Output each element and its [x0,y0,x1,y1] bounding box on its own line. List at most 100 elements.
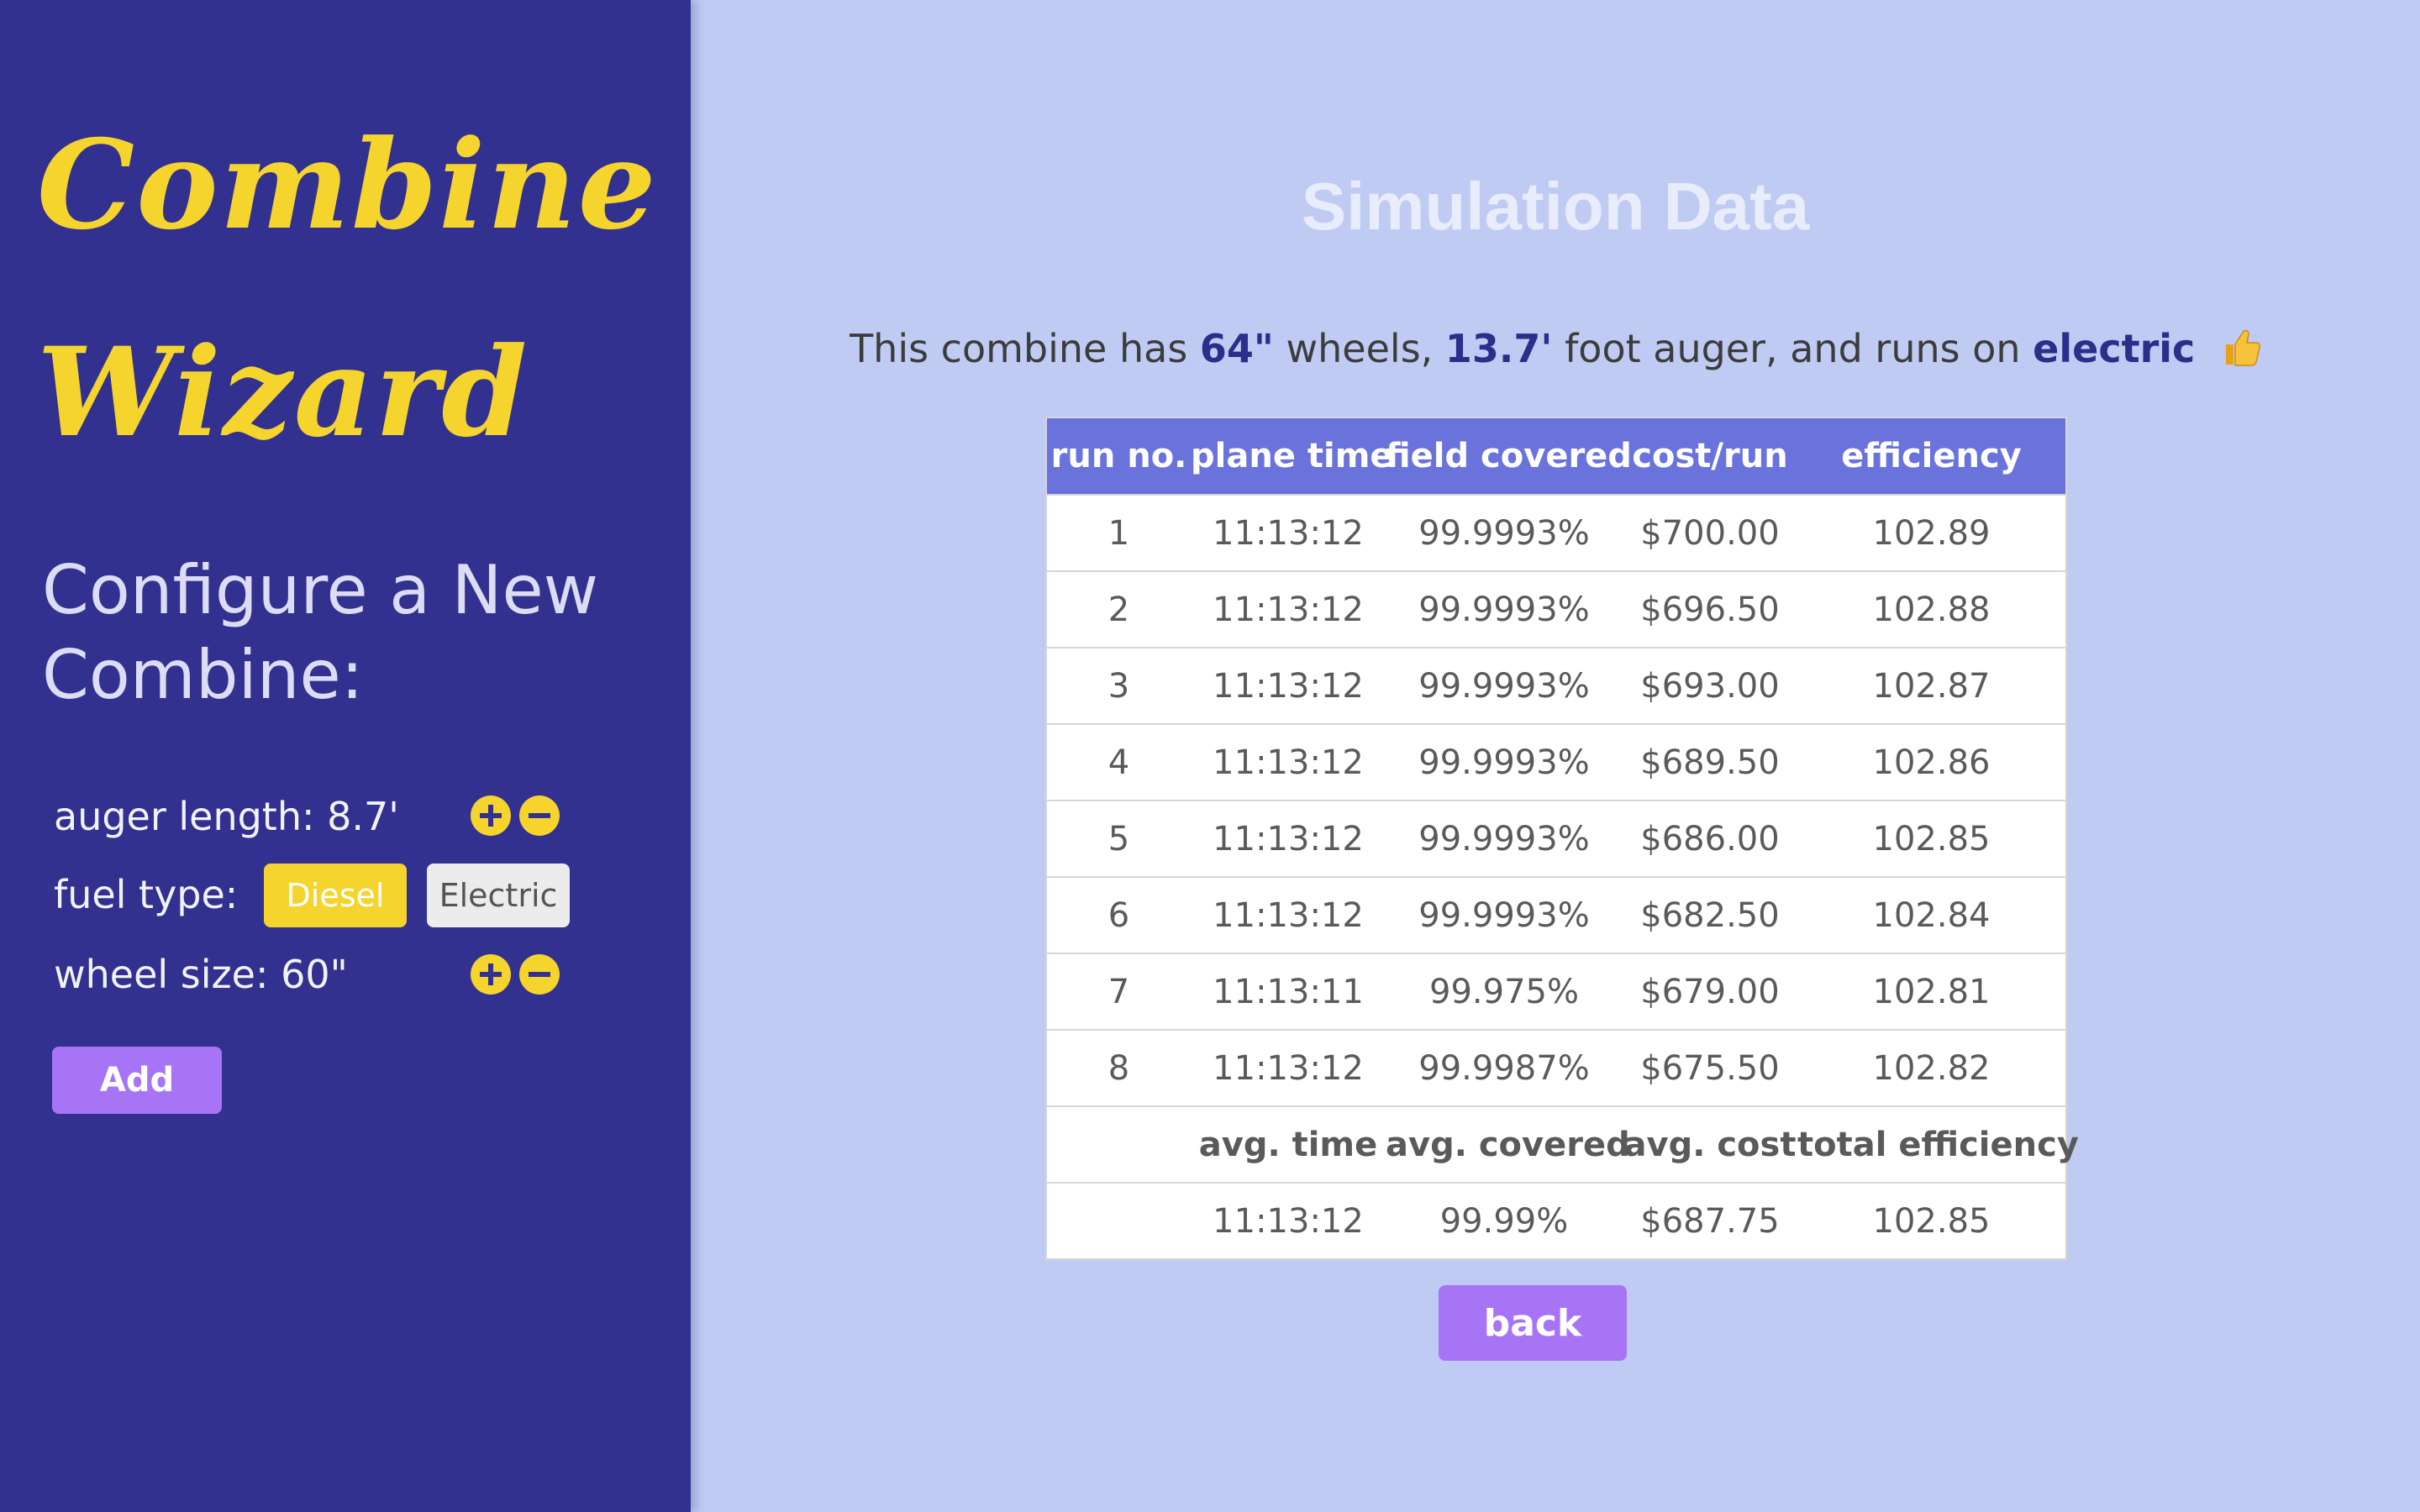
page-title: Simulation Data [1301,169,1810,244]
table-cell: 102.88 [1797,570,2066,648]
table-cell: 99.9993% [1386,494,1623,571]
plus-icon [480,963,502,985]
table-cell: 11:13:12 [1191,1029,1386,1106]
table-row: 4 11:13:12 99.9993% $689.50 102.86 [1046,723,2066,801]
table-cell: 7 [1046,953,1191,1030]
column-header: field covered [1386,417,1632,495]
table-cell: 11:13:12 [1191,876,1386,953]
add-button[interactable]: Add [52,1047,222,1114]
table-cell: $686.00 [1623,800,1797,877]
fuel-type-label: fuel type: [54,872,239,917]
fuel-electric-button[interactable]: Electric [427,864,570,927]
table-cell: 99.975% [1386,953,1623,1030]
table-row: 8 11:13:12 99.9987% $675.50 102.82 [1046,1029,2066,1106]
table-cell: 6 [1046,876,1191,953]
brand-title-line-2: Wizard [37,321,529,465]
minus-icon [529,972,550,977]
summary-auger-value: 13.7' [1444,326,1553,371]
table-cell: 102.84 [1797,876,2066,953]
table-row: 3 11:13:12 99.9993% $693.00 102.87 [1046,647,2066,724]
table-row: 2 11:13:12 99.9993% $696.50 102.88 [1046,570,2066,648]
table-row: 1 11:13:12 99.9993% $700.00 102.89 [1046,494,2066,571]
brand-title-line-1: Combine [37,113,658,257]
table-cell: 99.9993% [1386,723,1623,801]
table-cell: 11:13:12 [1191,800,1386,877]
column-header: cost/run [1623,417,1797,495]
table-cell: 11:13:11 [1191,953,1386,1030]
table-cell: 5 [1046,800,1191,877]
summary-value-cell [1046,1182,1191,1259]
table-cell: $679.00 [1623,953,1797,1030]
table-row: 6 11:13:12 99.9993% $682.50 102.84 [1046,876,2066,953]
wheel-size-label: wheel size: 60" [54,952,348,997]
combine-summary: This combine has 64" wheels, 13.7' foot … [691,326,2420,377]
table-cell: $693.00 [1623,647,1797,724]
auger-length-label: auger length: 8.7' [54,794,399,839]
table-cell: 99.9993% [1386,647,1623,724]
table-cell: 4 [1046,723,1191,801]
table-cell: 102.82 [1797,1029,2066,1106]
table-cell: $689.50 [1623,723,1797,801]
table-row: 5 11:13:12 99.9993% $686.00 102.85 [1046,800,2066,877]
summary-header-cell: avg. covered [1386,1105,1630,1183]
summary-value-cell: 102.85 [1797,1182,2066,1259]
table-cell: 99.9993% [1386,876,1623,953]
table-cell: 11:13:12 [1191,570,1386,648]
table-cell: 102.87 [1797,647,2066,724]
back-button[interactable]: back [1439,1285,1627,1361]
auger-decrease-button[interactable] [519,795,560,836]
configure-heading: Configure a New Combine: [42,551,599,714]
auger-length-row: auger length: 8.7' [54,786,399,847]
auger-length-stepper [471,795,560,836]
table-row: 7 11:13:11 99.975% $679.00 102.81 [1046,953,2066,1030]
table-cell: 99.9993% [1386,800,1623,877]
summary-prefix: This combine has [850,326,1188,371]
sidebar: Combine Wizard Configure a New Combine: … [0,0,691,1512]
table-cell: $675.50 [1623,1029,1797,1106]
table-cell: 11:13:12 [1191,647,1386,724]
table-cell: $682.50 [1623,876,1797,953]
table-cell: 3 [1046,647,1191,724]
summary-header-cell: avg. time [1191,1105,1386,1183]
simulation-table-wrapper: run no. plane time field covered cost/ru… [1045,417,2079,1260]
summary-auger-word: foot auger, and runs on [1565,326,2021,371]
table-cell: 102.86 [1797,723,2066,801]
table-cell: 102.81 [1797,953,2066,1030]
summary-header-row: avg. time avg. covered avg. cost total e… [1046,1105,2079,1183]
summary-header-cell: total efficiency [1797,1105,2079,1183]
fuel-diesel-button[interactable]: Diesel [264,864,407,927]
app-page: Combine Wizard Configure a New Combine: … [0,0,2420,1512]
column-header: run no. [1046,417,1191,495]
wheel-size-row: wheel size: 60" [54,944,348,1005]
thumbs-up-icon [2223,326,2261,377]
table-cell: 99.9993% [1386,570,1623,648]
wheel-decrease-button[interactable] [519,954,560,995]
summary-value-cell: 99.99% [1386,1182,1623,1259]
simulation-table: run no. plane time field covered cost/ru… [1045,417,2079,1260]
table-cell: 102.89 [1797,494,2066,571]
plus-icon [480,805,502,827]
summary-value-cell: $687.75 [1623,1182,1797,1259]
table-cell: 11:13:12 [1191,723,1386,801]
summary-header-cell [1046,1105,1191,1183]
table-cell: 99.9987% [1386,1029,1623,1106]
wheel-size-stepper [471,954,560,995]
table-cell: 8 [1046,1029,1191,1106]
column-header: efficiency [1797,417,2066,495]
table-header-row: run no. plane time field covered cost/ru… [1046,417,2066,495]
table-cell: 2 [1046,570,1191,648]
table-cell: 102.85 [1797,800,2066,877]
auger-increase-button[interactable] [471,795,511,836]
table-cell: $700.00 [1623,494,1797,571]
summary-values-row: 11:13:12 99.99% $687.75 102.85 [1046,1182,2066,1259]
table-cell: $696.50 [1623,570,1797,648]
summary-wheels-word: wheels, [1286,326,1434,371]
summary-fuel-value: electric [2033,326,2196,371]
fuel-type-row: fuel type: [54,864,238,925]
wheel-increase-button[interactable] [471,954,511,995]
summary-value-cell: 11:13:12 [1191,1182,1386,1259]
column-header: plane time [1191,417,1393,495]
summary-header-cell: avg. cost [1623,1105,1797,1183]
summary-wheels-value: 64" [1199,326,1274,371]
table-cell: 11:13:12 [1191,494,1386,571]
